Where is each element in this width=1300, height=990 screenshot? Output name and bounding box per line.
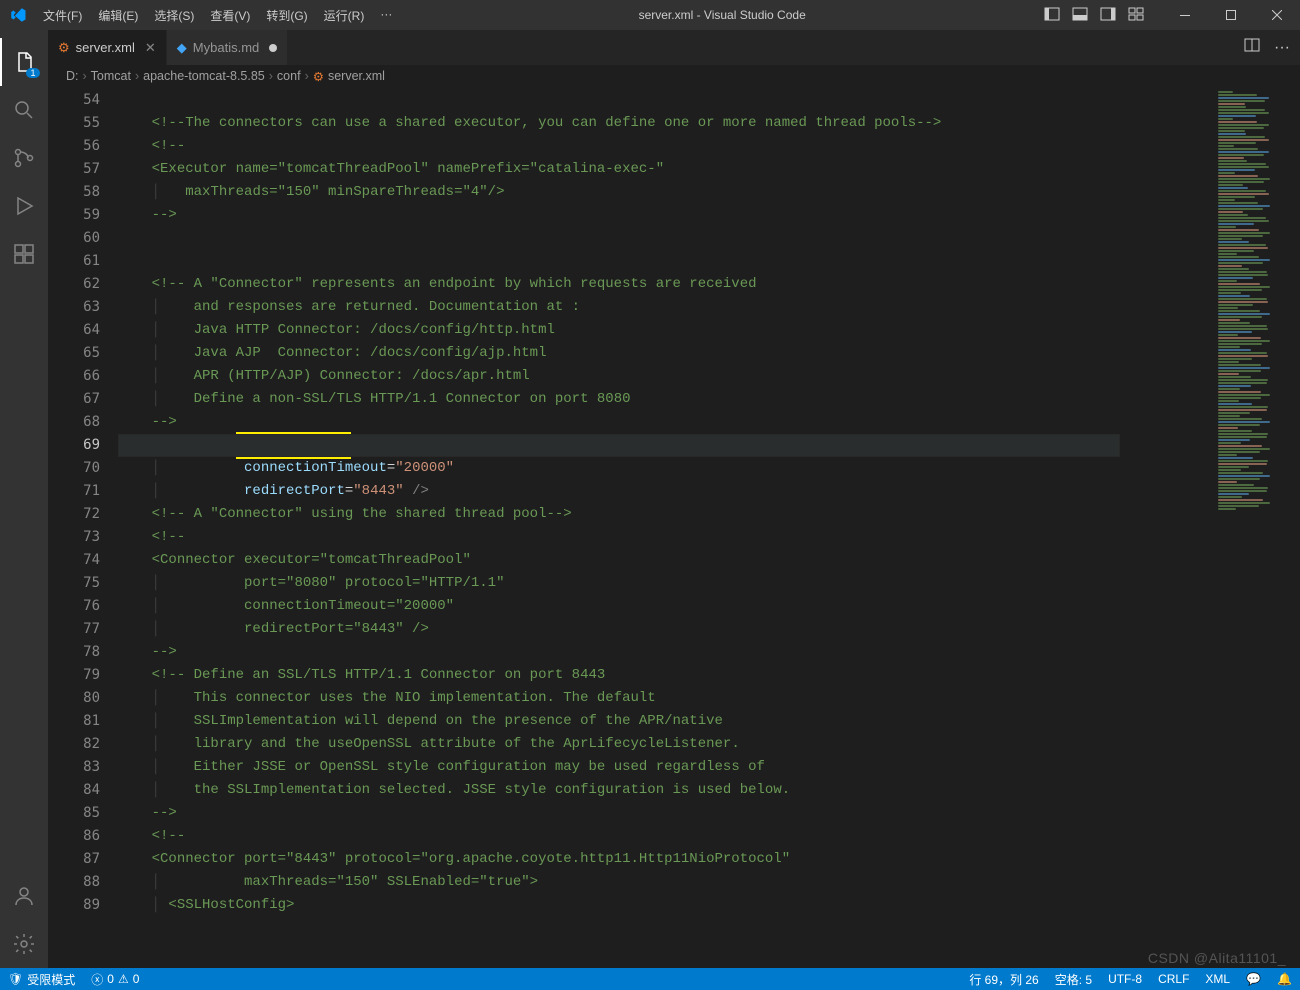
toggle-primary-sidebar-icon[interactable]: [1044, 6, 1060, 25]
markdown-file-icon: ◆: [177, 40, 187, 56]
warning-icon: ⚠: [118, 972, 129, 986]
error-icon: ⓧ: [91, 971, 103, 988]
editor-tabs: ⚙ server.xml ✕ ◆ Mybatis.md ···: [48, 30, 1300, 65]
menu-view[interactable]: 查看(V): [202, 7, 258, 24]
shield-icon: 🛡: [8, 972, 23, 986]
menu-selection[interactable]: 选择(S): [146, 7, 202, 24]
extensions-icon[interactable]: [0, 230, 48, 278]
source-control-icon[interactable]: [0, 134, 48, 182]
tab-label: Mybatis.md: [193, 40, 259, 55]
search-icon[interactable]: [0, 86, 48, 134]
restricted-mode[interactable]: 🛡 受限模式: [0, 968, 83, 990]
minimap[interactable]: [1210, 87, 1300, 968]
toggle-panel-icon[interactable]: [1072, 6, 1088, 25]
menu-edit[interactable]: 编辑(E): [90, 7, 146, 24]
editor-body[interactable]: 5455565758596061626364656667686970717273…: [48, 87, 1300, 968]
menu-more[interactable]: ···: [372, 7, 400, 24]
minimize-button[interactable]: [1162, 0, 1208, 30]
more-actions-icon[interactable]: ···: [1274, 39, 1290, 57]
cursor-position[interactable]: 行 69，列 26: [961, 968, 1046, 990]
layout-controls: [1044, 6, 1144, 25]
feedback-icon[interactable]: 💬: [1238, 968, 1269, 990]
activity-bar: 1: [0, 30, 48, 968]
xml-file-icon: ⚙: [58, 40, 70, 56]
crumb: conf: [277, 69, 301, 83]
menu-go[interactable]: 转到(G): [258, 7, 315, 24]
notifications-icon[interactable]: 🔔: [1269, 968, 1300, 990]
crumb: Tomcat: [91, 69, 131, 83]
dirty-indicator-icon: [269, 44, 277, 52]
status-bar: 🛡 受限模式 ⓧ0 ⚠0 行 69，列 26 空格: 5 UTF-8 CRLF …: [0, 968, 1300, 990]
toggle-secondary-sidebar-icon[interactable]: [1100, 6, 1116, 25]
accounts-icon[interactable]: [0, 872, 48, 920]
customize-layout-icon[interactable]: [1128, 6, 1144, 25]
menu-bar: 文件(F) 编辑(E) 选择(S) 查看(V) 转到(G) 运行(R) ···: [35, 7, 400, 24]
line-gutter: 5455565758596061626364656667686970717273…: [48, 87, 118, 968]
eol[interactable]: CRLF: [1150, 968, 1197, 990]
xml-file-icon: ⚙: [313, 69, 324, 84]
crumb: ⚙ server.xml: [313, 69, 385, 84]
encoding[interactable]: UTF-8: [1100, 968, 1150, 990]
crumb: D:: [66, 69, 79, 83]
vscode-logo-icon: [0, 6, 35, 24]
tab-label: server.xml: [76, 40, 135, 55]
breadcrumbs[interactable]: D:› Tomcat› apache-tomcat-8.5.85› conf› …: [48, 65, 1300, 87]
menu-file[interactable]: 文件(F): [35, 7, 90, 24]
split-editor-icon[interactable]: [1244, 37, 1260, 58]
problems[interactable]: ⓧ0 ⚠0: [83, 968, 147, 990]
settings-gear-icon[interactable]: [0, 920, 48, 968]
crumb: apache-tomcat-8.5.85: [143, 69, 265, 83]
close-button[interactable]: [1254, 0, 1300, 30]
window-title: server.xml - Visual Studio Code: [400, 8, 1044, 22]
run-debug-icon[interactable]: [0, 182, 48, 230]
maximize-button[interactable]: [1208, 0, 1254, 30]
title-bar: 文件(F) 编辑(E) 选择(S) 查看(V) 转到(G) 运行(R) ··· …: [0, 0, 1300, 30]
close-icon[interactable]: ✕: [145, 40, 156, 56]
tab-server-xml[interactable]: ⚙ server.xml ✕: [48, 30, 167, 65]
watermark: CSDN @Alita11101_: [1148, 950, 1286, 966]
explorer-icon[interactable]: 1: [0, 38, 48, 86]
tab-mybatis-md[interactable]: ◆ Mybatis.md: [167, 30, 288, 65]
explorer-badge: 1: [26, 68, 40, 78]
language-mode[interactable]: XML: [1197, 968, 1238, 990]
indentation[interactable]: 空格: 5: [1047, 968, 1100, 990]
code-content[interactable]: <!--The connectors can use a shared exec…: [118, 87, 1210, 968]
menu-run[interactable]: 运行(R): [316, 7, 373, 24]
